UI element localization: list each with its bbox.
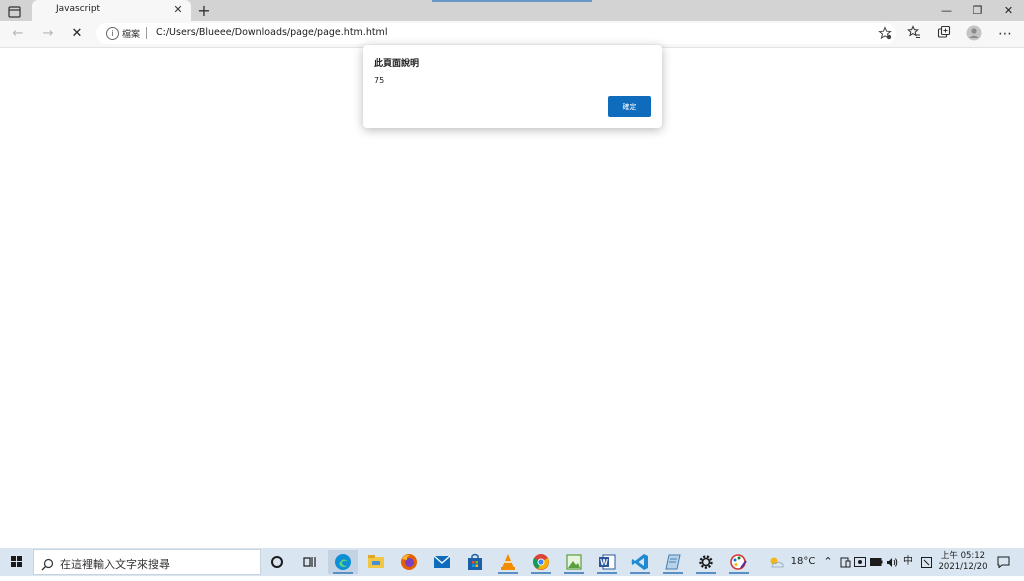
weather-temperature[interactable]: 18°C bbox=[788, 548, 818, 576]
weather-icon[interactable] bbox=[766, 548, 786, 576]
input-method-indicator[interactable]: 中 bbox=[901, 548, 915, 576]
vscode-icon[interactable] bbox=[625, 550, 655, 574]
dialog-title: 此頁面說明 bbox=[374, 59, 420, 69]
taskbar-search-box[interactable]: 在這裡輸入文字來搜尋 bbox=[33, 549, 261, 575]
site-info-label[interactable]: 檔案 bbox=[122, 27, 140, 40]
info-icon[interactable]: i bbox=[106, 27, 119, 40]
cortana-icon[interactable] bbox=[262, 550, 292, 574]
minimize-button[interactable]: — bbox=[931, 0, 962, 21]
tab-title: Javascript bbox=[56, 4, 101, 14]
close-window-button[interactable]: ✕ bbox=[993, 0, 1024, 21]
file-explorer-icon[interactable] bbox=[361, 550, 391, 574]
tab-close-icon[interactable]: ✕ bbox=[171, 3, 185, 17]
more-icon[interactable]: ⋯ bbox=[996, 25, 1014, 43]
task-view-icon[interactable] bbox=[295, 550, 325, 574]
search-icon bbox=[41, 556, 54, 571]
clock-date: 2021/12/20 bbox=[938, 562, 988, 572]
word-icon[interactable]: W bbox=[592, 550, 622, 574]
search-placeholder: 在這裡輸入文字來搜尋 bbox=[60, 558, 170, 571]
battery-icon[interactable] bbox=[869, 548, 883, 576]
address-bar[interactable]: i 檔案 C:/Users/Blueee/Downloads/page/page… bbox=[96, 23, 896, 44]
address-divider bbox=[146, 27, 147, 39]
ok-button[interactable]: 確定 bbox=[608, 96, 651, 117]
firefox-icon[interactable] bbox=[394, 550, 424, 574]
ime-mode-icon[interactable] bbox=[918, 548, 934, 576]
settings-icon[interactable] bbox=[691, 550, 721, 574]
chrome-icon[interactable] bbox=[526, 550, 556, 574]
stop-loading-button[interactable]: ✕ bbox=[68, 25, 86, 43]
dialog-message: 75 bbox=[374, 76, 385, 85]
new-tab-button[interactable]: + bbox=[195, 2, 213, 20]
volume-icon[interactable] bbox=[885, 548, 899, 576]
add-favorite-icon[interactable] bbox=[878, 26, 892, 40]
browser-toolbar: ← → ✕ i 檔案 C:/Users/Blueee/Downloads/pag… bbox=[0, 21, 1024, 48]
edge-icon[interactable] bbox=[328, 550, 358, 574]
favorites-list-icon[interactable] bbox=[905, 25, 923, 43]
profile-icon[interactable] bbox=[965, 25, 983, 43]
clock[interactable]: 上午 05:12 2021/12/20 bbox=[934, 551, 992, 573]
notepad-icon[interactable] bbox=[658, 550, 688, 574]
mail-icon[interactable] bbox=[427, 550, 457, 574]
forward-button[interactable]: → bbox=[39, 25, 57, 43]
paint-icon[interactable] bbox=[724, 550, 754, 574]
restore-button[interactable]: ❐ bbox=[962, 0, 993, 21]
tab-strip: Javascript ✕ + — ❐ ✕ bbox=[0, 0, 1024, 21]
show-hidden-icons-chevron-icon[interactable]: ⌃ bbox=[821, 548, 835, 576]
taskbar: 在這裡輸入文字來搜尋 W 18°C ⌃ 中 上午 05:12 2021/12/2… bbox=[0, 548, 1024, 576]
meet-now-icon[interactable] bbox=[853, 548, 867, 576]
tab-actions-icon[interactable] bbox=[7, 4, 23, 18]
photos-icon[interactable] bbox=[559, 550, 589, 574]
store-icon[interactable] bbox=[460, 550, 490, 574]
clock-time: 上午 05:12 bbox=[940, 551, 986, 561]
alert-dialog: 此頁面說明 75 確定 bbox=[363, 45, 662, 128]
loading-indicator bbox=[432, 0, 592, 2]
back-button[interactable]: ← bbox=[9, 25, 27, 43]
tab-javascript[interactable]: Javascript ✕ bbox=[32, 0, 191, 21]
notifications-icon[interactable] bbox=[993, 548, 1013, 576]
device-icon[interactable] bbox=[838, 548, 852, 576]
vlc-icon[interactable] bbox=[493, 550, 523, 574]
svg-text:W: W bbox=[600, 558, 608, 567]
windows-start-button[interactable] bbox=[0, 548, 33, 576]
collections-icon[interactable] bbox=[935, 25, 953, 43]
url-text[interactable]: C:/Users/Blueee/Downloads/page/page.htm.… bbox=[156, 27, 387, 38]
